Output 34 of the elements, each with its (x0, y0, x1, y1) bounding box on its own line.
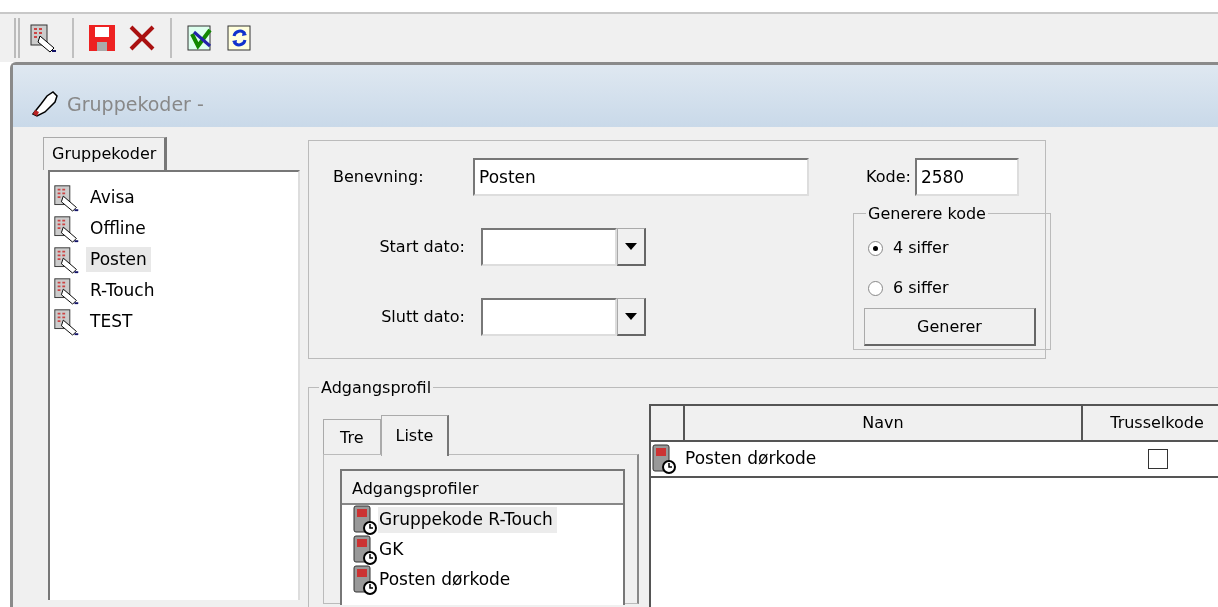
column-header: Navn (685, 406, 1083, 440)
column-header: Trusselkode (1083, 406, 1218, 440)
list-item[interactable]: Offline (86, 215, 150, 242)
list-item[interactable]: Posten (86, 246, 151, 273)
list-header: Adgangsprofiler (342, 471, 623, 505)
keypad-clock-icon (352, 565, 378, 595)
list-item[interactable]: GK (378, 537, 408, 563)
name-field[interactable]: Posten (473, 158, 809, 196)
tab[interactable]: Tre (323, 419, 381, 454)
list-item[interactable]: Gruppekode R-Touch (378, 507, 557, 533)
tab[interactable]: Gruppekoder (43, 137, 168, 170)
tab[interactable]: Liste (380, 415, 450, 456)
list-item[interactable]: Posten dørkode (378, 567, 515, 593)
start-date-dropdown[interactable] (481, 228, 646, 266)
field-label: Slutt dato: (380, 306, 466, 328)
keypad-clock-icon (352, 535, 378, 565)
field-label: Kode: (866, 166, 911, 188)
radio-option[interactable]: 4 siffer (868, 228, 949, 268)
code-field[interactable]: 2580 (914, 158, 1019, 196)
list-item[interactable]: Avisa (86, 184, 139, 211)
dropdown-arrow-icon (625, 243, 637, 250)
checkbox[interactable] (1148, 449, 1168, 469)
keypad-clock-icon (352, 505, 378, 535)
table-cell-text: Posten dørkode (685, 447, 818, 471)
list-item[interactable]: R-Touch (86, 277, 159, 304)
window-title: Gruppekoder - (67, 91, 204, 117)
floppy-disk-button[interactable] (86, 22, 118, 54)
generate-button[interactable]: Generer (864, 308, 1036, 346)
list-item[interactable]: TEST (86, 308, 137, 335)
radio-option[interactable]: 6 siffer (868, 268, 949, 308)
dropdown-arrow-icon (625, 313, 637, 320)
end-date-dropdown[interactable] (481, 298, 646, 336)
field-label: Start dato: (378, 236, 466, 258)
field-label: Benevning: (333, 166, 425, 188)
